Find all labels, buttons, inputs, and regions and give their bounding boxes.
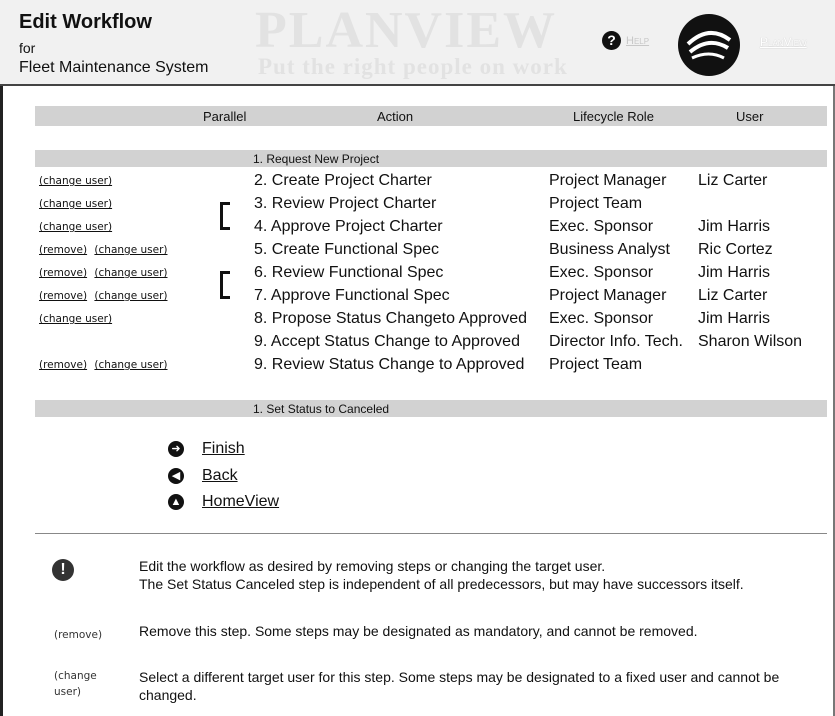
legend-change-line-1: (change: [54, 670, 97, 682]
group-label: 1. Set Status to Canceled: [253, 402, 390, 416]
step-action: 6. Review Functional Spec: [254, 264, 444, 281]
table-row: (change user) 3. Review Project Charter …: [0, 193, 835, 216]
remove-link[interactable]: (remove): [39, 267, 87, 279]
parallel-bracket-icon: [220, 202, 233, 230]
step-user: Jim Harris: [698, 310, 770, 327]
step-role: Project Manager: [549, 172, 667, 189]
legend-change-user-label: (change user): [54, 668, 97, 700]
watermark-tagline: Put the right people on work: [258, 54, 568, 79]
help-icon[interactable]: ?: [602, 31, 621, 50]
row-links: (change user): [39, 175, 116, 187]
column-action: Action: [377, 109, 414, 124]
step-user: Liz Carter: [698, 287, 768, 304]
change-user-link[interactable]: (change user): [94, 290, 167, 302]
step-action: 8. Propose Status Changeto Approved: [254, 310, 528, 327]
header-divider: [0, 84, 835, 86]
step-role: Project Manager: [549, 287, 667, 304]
row-links: (remove) (change user): [39, 267, 172, 279]
help-link[interactable]: Help: [626, 35, 649, 47]
step-user: Liz Carter: [698, 172, 768, 189]
step-role: Project Team: [549, 356, 643, 373]
arrow-left-icon[interactable]: ◀: [168, 468, 184, 484]
remove-link[interactable]: (remove): [39, 290, 87, 302]
table-row: (change user) 8. Propose Status Changeto…: [0, 308, 835, 331]
watermark-brand: PLANVIEW: [255, 2, 558, 59]
column-lifecycle-role: Lifecycle Role: [573, 109, 654, 124]
group-header-set-status-canceled: 1. Set Status to Canceled: [35, 400, 827, 417]
column-user: User: [736, 109, 764, 124]
step-action: 4. Approve Project Charter: [254, 218, 443, 235]
back-link[interactable]: Back: [202, 467, 238, 485]
planview-logo-icon[interactable]: [678, 14, 740, 76]
legend-remove-label: (remove): [54, 629, 103, 641]
help-remove-text: Remove this step. Some steps may be desi…: [139, 623, 698, 639]
step-action: 2. Create Project Charter: [254, 172, 432, 189]
project-name: Fleet Maintenance System: [19, 59, 209, 76]
finish-link[interactable]: Finish: [202, 440, 245, 458]
arrow-up-icon[interactable]: ▲: [168, 494, 184, 510]
row-links: (remove) (change user): [39, 359, 172, 371]
step-role: Exec. Sponsor: [549, 218, 654, 235]
change-user-link[interactable]: (change user): [39, 198, 112, 210]
group-label: 1. Request New Project: [253, 152, 380, 166]
step-role: Director Info. Tech.: [549, 333, 683, 350]
table-header: Parallel Action Lifecycle Role User: [35, 106, 827, 126]
step-user: Jim Harris: [698, 264, 770, 281]
row-links: (change user): [39, 198, 116, 210]
step-user: Sharon Wilson: [698, 333, 803, 350]
arrow-right-icon[interactable]: ➜: [168, 441, 184, 457]
change-user-link[interactable]: (change user): [39, 313, 112, 325]
help-intro-line-1: Edit the workflow as desired by removing…: [139, 558, 606, 574]
step-role: Exec. Sponsor: [549, 264, 654, 281]
change-user-link[interactable]: (change user): [94, 359, 167, 371]
table-row: 9. Accept Status Change to Approved Dire…: [0, 331, 835, 354]
help-intro: Edit the workflow as desired by removing…: [139, 557, 789, 593]
change-user-link[interactable]: (change user): [94, 267, 167, 279]
exclamation-icon: !: [52, 559, 74, 581]
remove-link[interactable]: (remove): [39, 359, 87, 371]
change-user-link[interactable]: (change user): [39, 175, 112, 187]
table-row: (remove) (change user) 9. Review Status …: [0, 354, 835, 377]
step-action: 7. Approve Functional Spec: [254, 287, 450, 304]
page-title: Edit Workflow: [19, 11, 152, 33]
table-row: (remove) (change user) 5. Create Functio…: [0, 239, 835, 262]
help-intro-line-2: The Set Status Canceled step is independ…: [139, 576, 744, 592]
change-user-link[interactable]: (change user): [94, 244, 167, 256]
help-change-user-text: Select a different target user for this …: [139, 669, 780, 703]
section-divider: [35, 533, 827, 534]
step-role: Project Team: [549, 195, 643, 212]
table-row: (change user) 4. Approve Project Charter…: [0, 216, 835, 239]
table-row: (remove) (change user) 6. Review Functio…: [0, 262, 835, 285]
group-header-request-new-project: 1. Request New Project: [35, 150, 827, 167]
step-action: 5. Create Functional Spec: [254, 241, 439, 258]
row-links: (remove) (change user): [39, 290, 172, 302]
step-user: Ric Cortez: [698, 241, 773, 258]
step-role: Business Analyst: [549, 241, 670, 258]
row-links: (remove) (change user): [39, 244, 172, 256]
homeview-link[interactable]: HomeView: [202, 493, 279, 511]
row-links: (change user): [39, 313, 116, 325]
step-role: Exec. Sponsor: [549, 310, 654, 327]
legend-change-line-2: user): [54, 686, 81, 698]
column-parallel: Parallel: [203, 109, 247, 124]
table-row: (remove) (change user) 7. Approve Functi…: [0, 285, 835, 308]
step-action: 9. Accept Status Change to Approved: [254, 333, 520, 350]
parallel-bracket-icon: [220, 271, 233, 299]
table-row: (change user) 2. Create Project Charter …: [0, 170, 835, 193]
remove-link[interactable]: (remove): [39, 244, 87, 256]
step-user: Jim Harris: [698, 218, 770, 235]
step-action: 9. Review Status Change to Approved: [254, 356, 525, 373]
page-header: PLANVIEW Put the right people on work Ed…: [0, 0, 835, 84]
for-label: for: [19, 40, 36, 56]
change-user-link[interactable]: (change user): [39, 221, 112, 233]
step-action: 3. Review Project Charter: [254, 195, 437, 212]
planview-link[interactable]: PlanView: [760, 35, 807, 49]
row-links: (change user): [39, 221, 116, 233]
